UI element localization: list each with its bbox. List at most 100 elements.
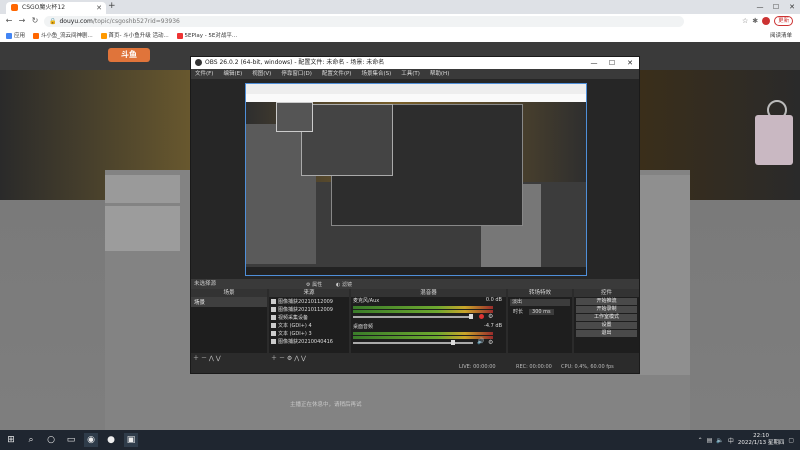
channel-name: 麦克风/Aux xyxy=(353,298,380,304)
forward-icon[interactable]: → xyxy=(17,16,27,25)
remove-icon[interactable]: － xyxy=(201,355,207,362)
clock[interactable]: 22:10 2022/1/13 星期四 xyxy=(738,433,784,447)
extensions-icon[interactable]: ✱ xyxy=(752,17,758,25)
obs-logo-icon xyxy=(195,59,202,66)
obs-maximize-button[interactable]: ☐ xyxy=(603,57,621,69)
preview-browser-tabs xyxy=(246,84,586,94)
menu-profile[interactable]: 配置文件(P) xyxy=(322,71,352,77)
channel-settings-icon[interactable]: ⚙ xyxy=(488,313,493,320)
bookmark-item[interactable]: 5EPlay - 5E对战平... xyxy=(176,30,237,42)
down-icon[interactable]: ⋁ xyxy=(216,355,221,362)
browser-navbar: ← → ↻ 🔒 douyu.com/topic/csgoshb527rid=939… xyxy=(0,14,800,31)
scenes-list[interactable]: 场景 xyxy=(191,297,267,353)
menu-docks[interactable]: 停靠窗口(D) xyxy=(281,71,312,77)
menu-help[interactable]: 帮助(H) xyxy=(430,71,449,77)
sources-dock-header: 来源 xyxy=(269,289,349,297)
site-card[interactable] xyxy=(105,206,180,251)
image-icon xyxy=(271,338,276,344)
menu-tools[interactable]: 工具(T) xyxy=(401,71,420,77)
url-path: /topic/csgoshb527rid=93936 xyxy=(92,18,180,25)
obs-taskbar-icon[interactable]: ● xyxy=(104,433,118,447)
close-window-button[interactable]: ✕ xyxy=(784,0,800,14)
settings-button[interactable]: 设置 xyxy=(576,322,637,329)
speaker-icon[interactable]: 🔊 xyxy=(477,338,484,345)
scenes-dock-header: 场景 xyxy=(191,289,267,297)
obs-minimize-button[interactable]: — xyxy=(585,57,603,69)
studio-mode-button[interactable]: 工作室模式 xyxy=(576,314,637,321)
controls-panel: 开始推流 开始录制 工作室模式 设置 退出 xyxy=(574,297,639,353)
menu-file[interactable]: 文件(F) xyxy=(195,71,213,77)
site-logo[interactable]: 斗鱼 xyxy=(108,48,150,62)
notification-icon[interactable]: ▢ xyxy=(788,437,794,444)
input-language[interactable]: 中 xyxy=(728,436,734,445)
source-item[interactable]: 图像捕获20210040416 xyxy=(269,337,349,345)
site-side-ad[interactable] xyxy=(755,115,793,165)
obs-close-button[interactable]: ✕ xyxy=(621,57,639,69)
source-item[interactable]: 文本 (GDI+) 3 xyxy=(269,329,349,337)
menu-scene-collection[interactable]: 场景集合(S) xyxy=(361,71,391,77)
app-taskbar-icon[interactable]: ▣ xyxy=(124,433,138,447)
close-tab-icon[interactable]: ✕ xyxy=(96,2,102,14)
live-status: LIVE: 00:00:00 xyxy=(459,364,496,370)
new-tab-button[interactable]: + xyxy=(108,1,116,11)
down-icon[interactable]: ⋁ xyxy=(301,355,306,362)
start-streaming-button[interactable]: 开始推流 xyxy=(576,298,637,305)
mute-icon[interactable] xyxy=(479,314,484,319)
source-item[interactable]: 视频采集设备 xyxy=(269,313,349,321)
file-explorer-icon[interactable]: ▭ xyxy=(64,433,78,447)
add-icon[interactable]: ＋ xyxy=(193,355,199,362)
bookmark-item[interactable]: 斗小鱼_流云间神剧... xyxy=(32,30,93,42)
source-item[interactable]: 图像捕获20210112009 xyxy=(269,297,349,305)
volume-meter xyxy=(353,306,493,309)
volume-slider[interactable] xyxy=(353,342,473,344)
channel-db: 0.0 dB xyxy=(485,297,502,303)
add-icon[interactable]: ＋ xyxy=(271,355,277,362)
douyu-icon xyxy=(32,32,39,39)
reading-list[interactable]: 阅读清单 xyxy=(770,30,792,42)
star-icon[interactable]: ☆ xyxy=(742,17,748,25)
start-recording-button[interactable]: 开始录制 xyxy=(576,306,637,313)
windows-taskbar: ⊞ ⌕ ○ ▭ ◉ ● ▣ ⌃ ▤ 🔈 中 22:10 2022/1/13 星期… xyxy=(0,430,800,450)
volume-slider[interactable] xyxy=(353,316,473,318)
volume-icon[interactable]: 🔈 xyxy=(716,437,723,444)
network-icon[interactable]: ▤ xyxy=(707,437,713,444)
gear-icon[interactable]: ⚙ xyxy=(287,355,292,362)
bookmark-item[interactable]: 首页- 斗小鱼升级 活动... xyxy=(100,30,169,42)
sources-list[interactable]: 图像捕获20210112009 图像捕获20210112009 视频采集设备 文… xyxy=(269,297,349,353)
profile-avatar[interactable] xyxy=(762,17,771,25)
address-bar[interactable]: 🔒 douyu.com/topic/csgoshb527rid=93936 xyxy=(44,16,684,27)
transition-select[interactable]: 淡出 xyxy=(510,299,570,306)
exit-button[interactable]: 退出 xyxy=(576,330,637,337)
source-item[interactable]: 文本 (GDI+) 4 xyxy=(269,321,349,329)
site-card[interactable] xyxy=(105,175,180,203)
duration-input[interactable]: 300 ms xyxy=(529,309,554,315)
chrome-icon[interactable]: ◉ xyxy=(84,433,98,447)
volume-slider-knob[interactable] xyxy=(451,340,455,345)
back-icon[interactable]: ← xyxy=(4,16,14,25)
up-icon[interactable]: ⋀ xyxy=(209,355,214,362)
minimize-button[interactable]: — xyxy=(752,0,768,14)
obs-preview-canvas[interactable] xyxy=(245,83,587,276)
obs-titlebar: OBS 26.0.2 (64-bit, windows) - 配置文件: 未命名… xyxy=(191,57,639,69)
menu-view[interactable]: 视图(V) xyxy=(252,71,271,77)
browser-actions: ☆ ✱ 更新 xyxy=(742,16,794,26)
remove-icon[interactable]: － xyxy=(279,355,285,362)
volume-slider-knob[interactable] xyxy=(469,314,473,319)
update-button[interactable]: 更新 xyxy=(774,16,794,26)
channel-settings-icon[interactable]: ⚙ xyxy=(488,339,493,346)
browser-tab[interactable]: CSGO魔火杯12 ✕ xyxy=(6,2,106,14)
maximize-button[interactable]: ☐ xyxy=(768,0,784,14)
scene-item[interactable]: 场景 xyxy=(191,297,267,307)
menu-edit[interactable]: 编辑(E) xyxy=(223,71,242,77)
windows-start-icon[interactable]: ⊞ xyxy=(4,433,18,447)
up-icon[interactable]: ⋀ xyxy=(294,355,299,362)
source-item[interactable]: 图像捕获20210112009 xyxy=(269,305,349,313)
reload-icon[interactable]: ↻ xyxy=(30,16,40,25)
task-view-icon[interactable]: ○ xyxy=(44,433,58,447)
tray-overflow-icon[interactable]: ⌃ xyxy=(698,437,703,444)
search-icon[interactable]: ⌕ xyxy=(24,433,38,447)
bookmark-apps[interactable]: 应用 xyxy=(6,30,25,42)
mixer-channel: 桌面音频 -4.7 dB 🔊 ⚙ xyxy=(351,323,506,349)
preview-taskbar xyxy=(246,267,586,275)
system-tray: ⌃ ▤ 🔈 中 22:10 2022/1/13 星期四 ▢ xyxy=(698,430,800,450)
